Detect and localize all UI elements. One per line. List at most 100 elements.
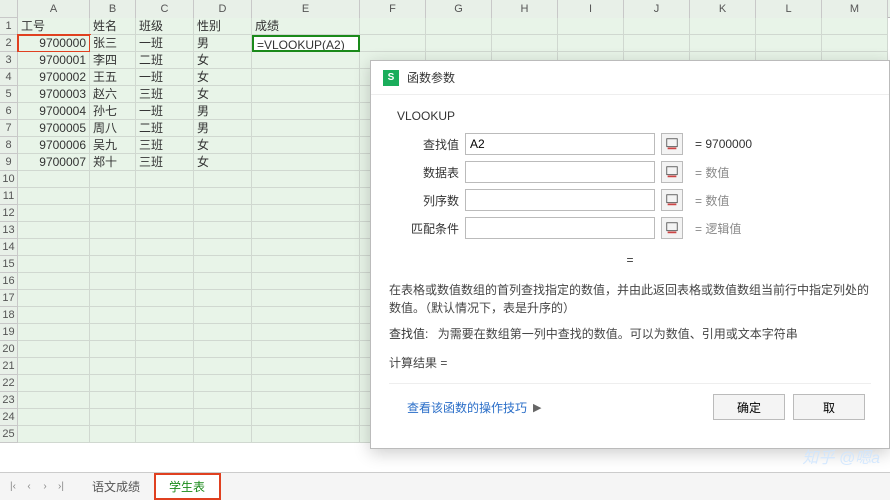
cell[interactable]: 周八 <box>90 120 136 137</box>
param-input-3[interactable] <box>465 217 655 239</box>
row-header[interactable]: 2 <box>0 35 18 52</box>
cell[interactable] <box>90 375 136 392</box>
col-header-M[interactable]: M <box>822 0 888 18</box>
cell[interactable] <box>194 392 252 409</box>
cell[interactable] <box>90 205 136 222</box>
cell[interactable] <box>18 341 90 358</box>
range-selector-icon[interactable] <box>661 133 683 155</box>
cell[interactable] <box>18 426 90 443</box>
cell[interactable] <box>252 409 360 426</box>
cell[interactable] <box>194 222 252 239</box>
cell[interactable] <box>136 307 194 324</box>
cell[interactable] <box>624 18 690 35</box>
cell[interactable] <box>90 358 136 375</box>
cell[interactable] <box>252 358 360 375</box>
cell[interactable] <box>252 426 360 443</box>
cell[interactable]: 工号 <box>18 18 90 35</box>
help-link[interactable]: 查看该函数的操作技巧 ▶ <box>395 389 553 426</box>
cell[interactable] <box>194 375 252 392</box>
cell[interactable] <box>252 69 360 86</box>
cell[interactable]: 9700001 <box>18 52 90 69</box>
cell[interactable] <box>136 358 194 375</box>
cell[interactable] <box>90 239 136 256</box>
cell[interactable] <box>18 290 90 307</box>
cell[interactable] <box>18 324 90 341</box>
cell[interactable] <box>136 205 194 222</box>
cell[interactable] <box>252 137 360 154</box>
param-input-0[interactable] <box>465 133 655 155</box>
cell[interactable]: 三班 <box>136 137 194 154</box>
cell[interactable]: 三班 <box>136 154 194 171</box>
cell[interactable] <box>136 222 194 239</box>
cell[interactable]: 孙七 <box>90 103 136 120</box>
row-header[interactable]: 11 <box>0 188 18 205</box>
cell[interactable] <box>252 222 360 239</box>
cell[interactable] <box>252 341 360 358</box>
cell[interactable] <box>252 256 360 273</box>
cell[interactable]: 性别 <box>194 18 252 35</box>
row-header[interactable]: 15 <box>0 256 18 273</box>
row-header[interactable]: 16 <box>0 273 18 290</box>
row-header[interactable]: 19 <box>0 324 18 341</box>
param-input-2[interactable] <box>465 189 655 211</box>
cell[interactable] <box>18 171 90 188</box>
cell[interactable]: 一班 <box>136 69 194 86</box>
row-header[interactable]: 24 <box>0 409 18 426</box>
cell[interactable] <box>90 307 136 324</box>
cell[interactable] <box>136 392 194 409</box>
cell[interactable]: 9700005 <box>18 120 90 137</box>
cell[interactable] <box>194 188 252 205</box>
cell[interactable] <box>90 341 136 358</box>
cell[interactable] <box>194 205 252 222</box>
col-header-A[interactable]: A <box>18 0 90 18</box>
cell[interactable] <box>18 392 90 409</box>
cell[interactable]: 二班 <box>136 120 194 137</box>
tab-nav-button[interactable]: › <box>38 480 52 494</box>
cell[interactable] <box>194 426 252 443</box>
col-header-B[interactable]: B <box>90 0 136 18</box>
row-header[interactable]: 23 <box>0 392 18 409</box>
cell[interactable] <box>360 18 426 35</box>
tab-nav-button[interactable]: ‹ <box>22 480 36 494</box>
cell[interactable] <box>194 290 252 307</box>
cell[interactable] <box>194 239 252 256</box>
cell[interactable] <box>690 35 756 52</box>
cell[interactable] <box>18 188 90 205</box>
cell[interactable] <box>136 256 194 273</box>
col-header-I[interactable]: I <box>558 0 624 18</box>
cell[interactable]: 女 <box>194 52 252 69</box>
cell[interactable]: 姓名 <box>90 18 136 35</box>
cell[interactable]: 女 <box>194 86 252 103</box>
cell[interactable] <box>18 256 90 273</box>
cell[interactable] <box>252 154 360 171</box>
cell[interactable] <box>252 307 360 324</box>
col-header-D[interactable]: D <box>194 0 252 18</box>
select-all-corner[interactable] <box>0 0 18 18</box>
row-header[interactable]: 9 <box>0 154 18 171</box>
cell[interactable] <box>136 171 194 188</box>
cell[interactable] <box>90 426 136 443</box>
cell[interactable] <box>90 273 136 290</box>
row-header[interactable]: 3 <box>0 52 18 69</box>
range-selector-icon[interactable] <box>661 217 683 239</box>
row-header[interactable]: 8 <box>0 137 18 154</box>
cell[interactable]: 成绩 <box>252 18 360 35</box>
cell[interactable]: 张三 <box>90 35 136 52</box>
col-header-E[interactable]: E <box>252 0 360 18</box>
row-header[interactable]: 7 <box>0 120 18 137</box>
cell[interactable] <box>822 18 888 35</box>
row-header[interactable]: 1 <box>0 18 18 35</box>
dialog-titlebar[interactable]: S 函数参数 <box>371 61 889 95</box>
row-header[interactable]: 10 <box>0 171 18 188</box>
cell[interactable]: 9700007 <box>18 154 90 171</box>
cell[interactable] <box>492 18 558 35</box>
col-header-L[interactable]: L <box>756 0 822 18</box>
cell[interactable] <box>18 375 90 392</box>
row-header[interactable]: 6 <box>0 103 18 120</box>
cell[interactable] <box>136 239 194 256</box>
cell[interactable]: 三班 <box>136 86 194 103</box>
cell[interactable] <box>136 409 194 426</box>
row-header[interactable]: 21 <box>0 358 18 375</box>
cell[interactable] <box>426 18 492 35</box>
cell[interactable] <box>136 273 194 290</box>
